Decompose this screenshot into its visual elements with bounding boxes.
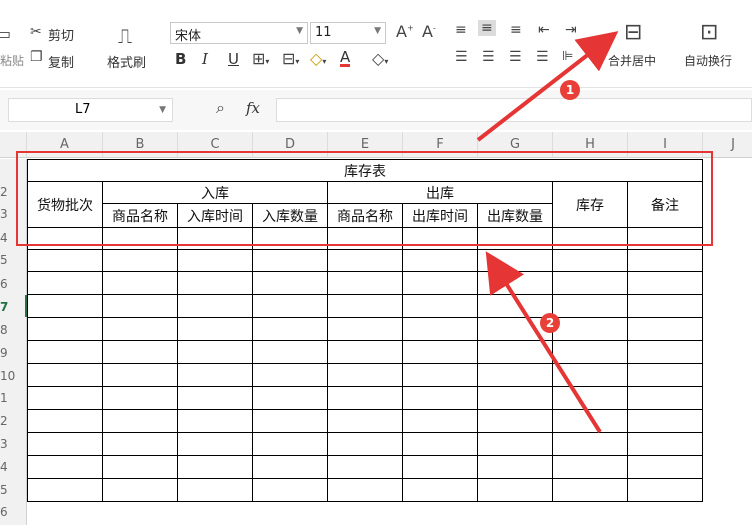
step-badge-1: 1 (560, 80, 580, 100)
arrow-to-table (485, 251, 602, 434)
annotation-arrows (476, 31, 619, 434)
step-badge-2: 2 (540, 313, 560, 333)
arrow-to-merge-button (476, 31, 619, 142)
